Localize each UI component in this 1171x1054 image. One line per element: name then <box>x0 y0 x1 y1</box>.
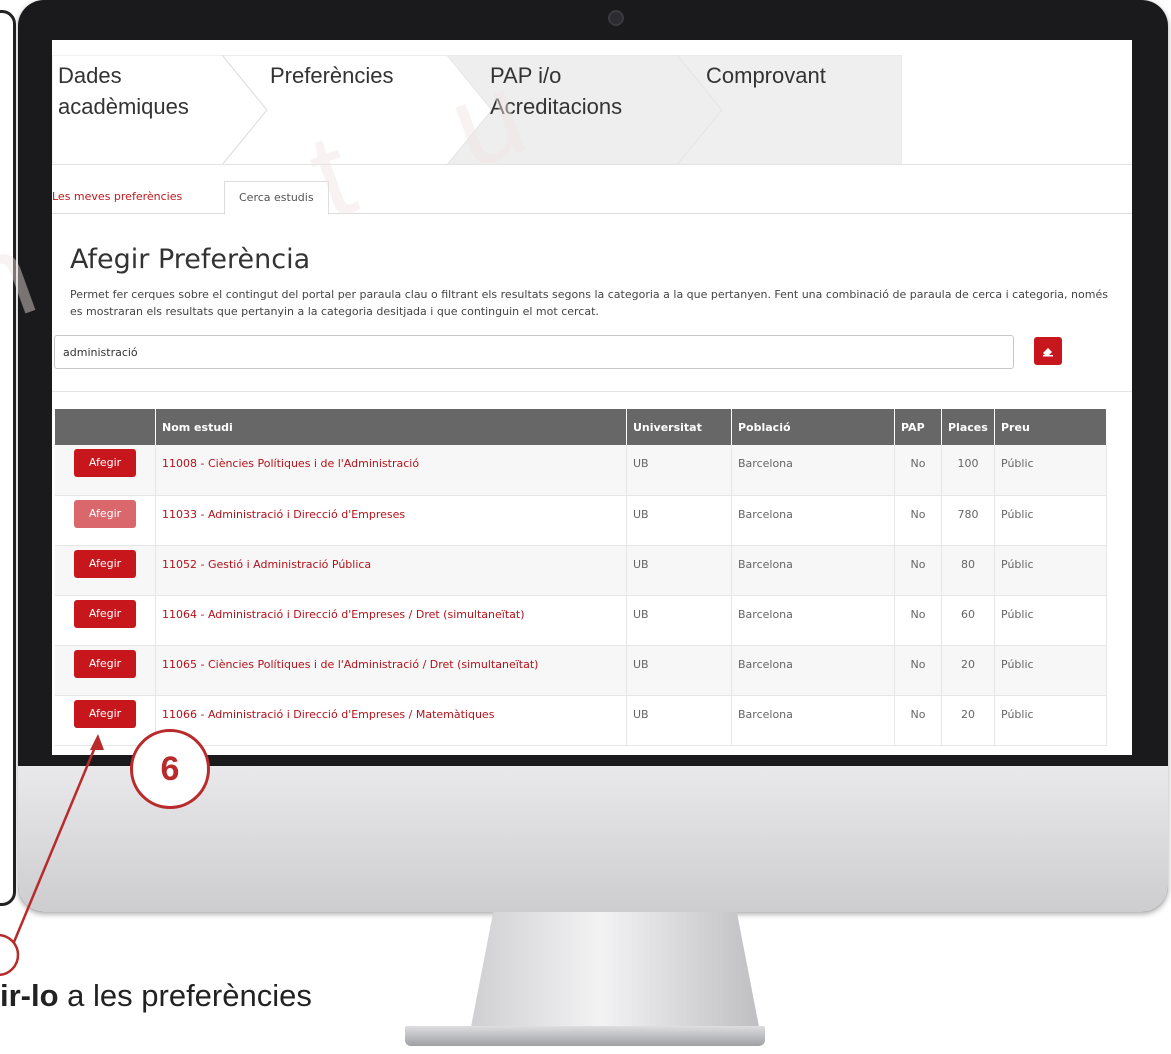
action-cell: Afegir <box>55 445 156 496</box>
column-header-city[interactable]: Població <box>731 409 895 445</box>
add-button[interactable]: Afegir <box>74 449 136 477</box>
screen: Dades acadèmiques Preferències PAP i/o A… <box>52 40 1132 755</box>
add-button[interactable]: Afegir <box>74 599 136 628</box>
wizard-steps: Dades acadèmiques Preferències PAP i/o A… <box>52 40 902 165</box>
study-name-link[interactable]: 11064 - Administració i Direcció d'Empre… <box>155 595 627 646</box>
step-label: PAP i/o <box>490 63 562 88</box>
add-button[interactable]: Afegir <box>74 649 136 678</box>
instruction-caption: ir-lo a les preferències <box>0 978 312 1014</box>
city-cell: Barcelona <box>731 495 895 546</box>
pap-cell: No <box>894 495 942 546</box>
step-pap-accreditations[interactable]: PAP i/o Acreditacions <box>490 60 622 122</box>
city-cell: Barcelona <box>731 645 895 696</box>
pap-cell: No <box>894 445 942 496</box>
camera-icon <box>608 10 624 26</box>
caption-bold: ir-lo <box>0 978 59 1013</box>
adjacent-frame <box>0 10 16 906</box>
step-label: acadèmiques <box>58 94 189 119</box>
city-cell: Barcelona <box>731 545 895 596</box>
column-header-places[interactable]: Places <box>941 409 995 445</box>
search-input[interactable] <box>54 335 1014 369</box>
city-cell: Barcelona <box>731 445 895 496</box>
study-name-link[interactable]: 11008 - Ciències Polítiques i de l'Admin… <box>155 445 627 496</box>
monitor-stand <box>470 912 760 1032</box>
step-label: Comprovant <box>706 63 826 88</box>
add-button[interactable]: Afegir <box>74 699 136 728</box>
divider <box>52 391 1132 392</box>
places-cell: 100 <box>941 445 995 496</box>
price-cell: Públic <box>994 495 1107 546</box>
price-cell: Públic <box>994 595 1107 646</box>
price-cell: Públic <box>994 545 1107 596</box>
step-number-badge: 6 <box>130 729 210 809</box>
pap-cell: No <box>894 695 942 746</box>
tab-search-studies[interactable]: Cerca estudis <box>224 181 329 215</box>
university-cell: UB <box>626 695 732 746</box>
step-preferences[interactable]: Preferències <box>270 60 394 91</box>
subtabs: Les meves preferències Cerca estudis <box>52 181 1132 215</box>
study-name-link[interactable]: 11033 - Administració i Direcció d'Empre… <box>155 495 627 546</box>
page-description: Permet fer cerques sobre el contingut de… <box>70 288 1108 318</box>
pap-cell: No <box>894 545 942 596</box>
step-label: Dades <box>58 63 122 88</box>
action-cell: Afegir <box>55 695 156 746</box>
results-table: Nom estudi Universitat Població PAP Plac… <box>55 409 1107 746</box>
university-cell: UB <box>626 645 732 696</box>
table-row: Afegir 11065 - Ciències Polítiques i de … <box>55 645 1107 696</box>
pap-cell: No <box>894 645 942 696</box>
places-cell: 20 <box>941 645 995 696</box>
university-cell: UB <box>626 545 732 596</box>
places-cell: 780 <box>941 495 995 546</box>
add-button[interactable]: Afegir <box>74 499 136 528</box>
pap-cell: No <box>894 595 942 646</box>
table-row: Afegir 11033 - Administració i Direcció … <box>55 495 1107 546</box>
price-cell: Públic <box>994 695 1107 746</box>
table-row: Afegir 11064 - Administració i Direcció … <box>55 595 1107 646</box>
study-name-link[interactable]: 11065 - Ciències Polítiques i de l'Admin… <box>155 645 627 696</box>
study-name-link[interactable]: 11052 - Gestió i Administració Pública <box>155 545 627 596</box>
column-header-price[interactable]: Preu <box>994 409 1107 445</box>
places-cell: 80 <box>941 545 995 596</box>
column-header-name[interactable]: Nom estudi <box>155 409 627 445</box>
places-cell: 60 <box>941 595 995 646</box>
add-button[interactable]: Afegir <box>74 549 136 578</box>
column-header-university[interactable]: Universitat <box>626 409 732 445</box>
city-cell: Barcelona <box>731 595 895 646</box>
action-cell: Afegir <box>55 545 156 596</box>
step-receipt[interactable]: Comprovant <box>706 60 826 91</box>
tab-my-preferences[interactable]: Les meves preferències <box>52 181 182 213</box>
price-cell: Públic <box>994 445 1107 496</box>
table-header-row: Nom estudi Universitat Població PAP Plac… <box>55 409 1107 445</box>
column-header-pap[interactable]: PAP <box>894 409 942 445</box>
university-cell: UB <box>626 495 732 546</box>
city-cell: Barcelona <box>731 695 895 746</box>
divider <box>52 164 1132 165</box>
page-title: Afegir Preferència <box>70 244 311 275</box>
price-cell: Públic <box>994 645 1107 696</box>
column-header-action <box>55 409 156 445</box>
action-cell: Afegir <box>55 595 156 646</box>
search-icon <box>1043 348 1053 357</box>
action-cell: Afegir <box>55 495 156 546</box>
university-cell: UB <box>626 445 732 496</box>
places-cell: 20 <box>941 695 995 746</box>
table-row: Afegir 11008 - Ciències Polítiques i de … <box>55 445 1107 496</box>
action-cell: Afegir <box>55 645 156 696</box>
step-label: Acreditacions <box>490 94 623 119</box>
study-name-link[interactable]: 11066 - Administració i Direcció d'Empre… <box>155 695 627 746</box>
step-label: Preferències <box>270 63 394 88</box>
search-button[interactable] <box>1034 337 1062 365</box>
monitor-base <box>405 1026 765 1046</box>
caption-text: a les preferències <box>58 978 312 1013</box>
university-cell: UB <box>626 595 732 646</box>
table-row: Afegir 11066 - Administració i Direcció … <box>55 695 1107 746</box>
table-row: Afegir 11052 - Gestió i Administració Pú… <box>55 545 1107 596</box>
step-academic-data[interactable]: Dades acadèmiques <box>58 60 189 122</box>
